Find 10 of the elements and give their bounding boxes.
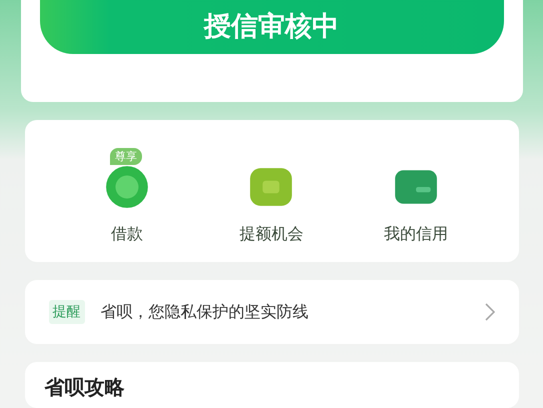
notice-tag: 提醒 [48,300,84,324]
notice-text: 省呗，您隐私保护的坚实防线 [100,302,310,322]
badge: 尊享 [110,148,142,165]
shortcut-label[interactable]: 我的信用 [384,224,448,244]
shortcut-label[interactable]: 提额机会 [239,224,304,244]
notice-bar[interactable]: 提醒 省呗，您隐私保护的坚实防线 [24,280,518,344]
app-icon[interactable] [104,164,150,210]
section-title: 省呗攻略 [44,374,126,401]
shortcut-label[interactable]: 借款 [110,224,143,244]
chevron-icon [484,303,494,321]
